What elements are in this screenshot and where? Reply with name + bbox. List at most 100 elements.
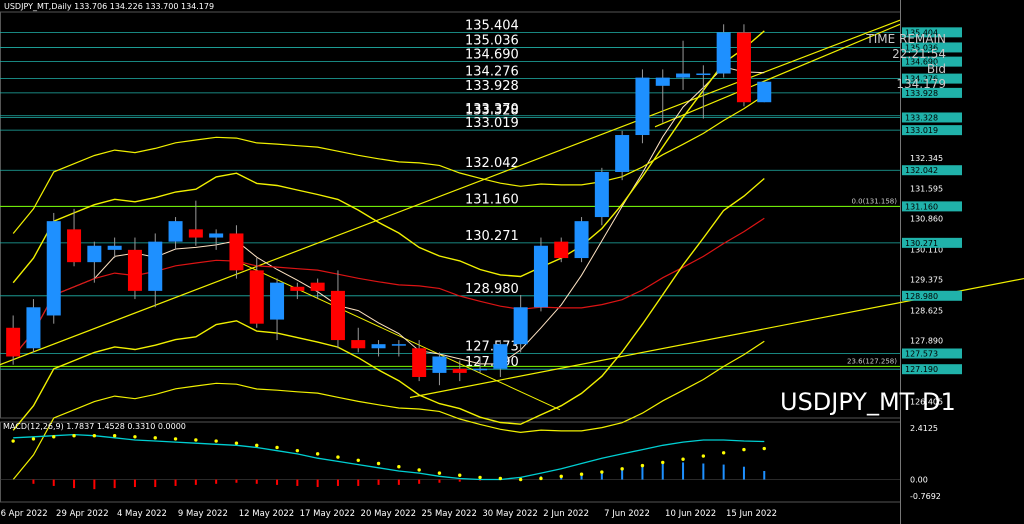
macd-signal-dot	[356, 458, 360, 462]
macd-y-tick: -0.7692	[910, 492, 941, 501]
bid-label: Bid	[926, 62, 946, 76]
x-tick-label: 30 May 2022	[482, 509, 537, 519]
macd-signal-dot	[31, 437, 36, 441]
candle-bull	[371, 344, 386, 349]
macd-signal-dot	[539, 476, 543, 481]
level-label: 127.573	[465, 339, 519, 354]
candle-bear	[452, 368, 467, 373]
candle-bull	[716, 32, 731, 74]
candle-bull	[473, 368, 488, 371]
macd-signal-dot	[255, 443, 259, 448]
macd-signal-dot	[437, 471, 442, 475]
candle-bear	[351, 340, 366, 349]
price-tag-label: 132.042	[905, 166, 938, 175]
level-label: 128.980	[465, 282, 519, 297]
candle-bull	[635, 77, 650, 136]
macd-signal-dot	[498, 476, 503, 481]
price-tag-label: 133.328	[905, 113, 938, 122]
x-tick-label: 15 Jun 2022	[726, 509, 777, 519]
candle-bear	[412, 348, 427, 377]
macd-signal-dot	[397, 465, 401, 469]
candle-bull	[594, 171, 609, 218]
candle-bear	[290, 286, 305, 291]
candle-bear	[229, 233, 244, 271]
candle-bull	[533, 245, 548, 308]
macd-signal-dot	[52, 435, 56, 439]
candle-bear	[67, 229, 82, 263]
chart-watermark: USDJPY_MT D1	[780, 388, 956, 416]
candle-bull	[87, 245, 102, 263]
macd-signal-dot	[295, 448, 300, 453]
x-tick-label: 20 May 2022	[361, 509, 416, 519]
candle-bull	[270, 282, 285, 320]
level-label: 134.276	[465, 65, 519, 80]
macd-label: MACD(12,26,9) 1.7837 1.4528 0.3310 0.000…	[3, 422, 186, 431]
macd-signal-dot	[11, 439, 15, 443]
macd-y-tick: 2.4125	[910, 424, 938, 433]
macd-signal-dot	[620, 467, 624, 471]
band-lower	[12, 340, 765, 480]
time-remain-label: TIME REMAIN	[866, 32, 946, 46]
macd-signal-dot	[275, 445, 279, 450]
x-tick-label: 26 Apr 2022	[0, 509, 48, 519]
level-label: 127.190	[465, 355, 519, 370]
level-label: 135.036	[465, 33, 519, 48]
macd-signal-dot	[518, 477, 523, 482]
x-tick-label: 12 May 2022	[239, 509, 294, 519]
level-label: 134.690	[465, 48, 519, 63]
bid-value: 134.179	[896, 77, 946, 91]
y-tick-label: 127.890	[910, 336, 943, 345]
y-tick-label: 128.625	[910, 306, 943, 315]
candle-bull	[46, 221, 61, 316]
candle-bull	[757, 81, 772, 103]
x-tick-label: 2 Jun 2022	[543, 509, 589, 519]
macd-signal-dot	[458, 473, 462, 477]
candle-bull	[574, 221, 589, 259]
x-tick-label: 17 May 2022	[300, 509, 355, 519]
y-tick-label: 132.345	[910, 154, 943, 163]
macd-signal-dot	[661, 460, 665, 465]
time-remain-value: 22:21:54	[892, 47, 946, 61]
macd-signal-dot	[681, 457, 685, 461]
macd-main-line	[13, 433, 765, 481]
x-tick-label: 29 Apr 2022	[56, 509, 109, 519]
level-label: 135.404	[465, 18, 519, 33]
trend-line-upper	[0, 19, 901, 366]
macd-y-tick: 0.00	[910, 476, 928, 485]
fib-label: 23.6(127.258)	[847, 357, 897, 365]
fib-label: 0.0(131.158)	[851, 197, 897, 205]
candle-bull	[209, 233, 224, 238]
candle-bull	[391, 344, 406, 346]
candle-bear	[249, 270, 264, 324]
candle-bear	[6, 327, 21, 357]
macd-signal-dot	[600, 470, 604, 474]
level-label: 130.271	[465, 229, 519, 244]
info-panel: TIME REMAIN 22:21:54 Bid 134.179	[866, 32, 946, 92]
y-tick-label: 131.595	[910, 185, 943, 194]
symbol-info: USDJPY_MT,Daily 133.706 134.226 133.700 …	[4, 2, 215, 11]
macd-signal-dot	[721, 451, 726, 455]
macd-signal-dot	[315, 452, 320, 456]
macd-signal-dot	[72, 433, 76, 438]
candle-bull	[26, 307, 41, 349]
candle-bull	[513, 307, 528, 345]
macd-signal-dot	[234, 441, 239, 445]
candle-bull	[615, 135, 630, 172]
macd-signal-dot	[173, 437, 178, 441]
level-label: 133.019	[465, 116, 519, 131]
x-tick-label: 4 May 2022	[117, 509, 167, 519]
level-label: 131.160	[465, 192, 519, 207]
x-tick-label: 10 Jun 2022	[665, 509, 716, 519]
candle-bull	[432, 356, 447, 373]
candle-bear	[310, 282, 325, 291]
macd-signal-dot	[579, 472, 584, 476]
price-tag-label: 128.980	[905, 292, 938, 301]
candle-bear	[554, 241, 569, 259]
candle-bull	[676, 73, 691, 78]
x-tick-label: 25 May 2022	[421, 509, 476, 519]
macd-signal-dot	[640, 463, 645, 468]
candle-bull	[493, 344, 508, 369]
macd-signal-dot	[92, 433, 97, 438]
candle-bear	[188, 229, 203, 238]
price-tag-label: 131.160	[905, 202, 938, 211]
